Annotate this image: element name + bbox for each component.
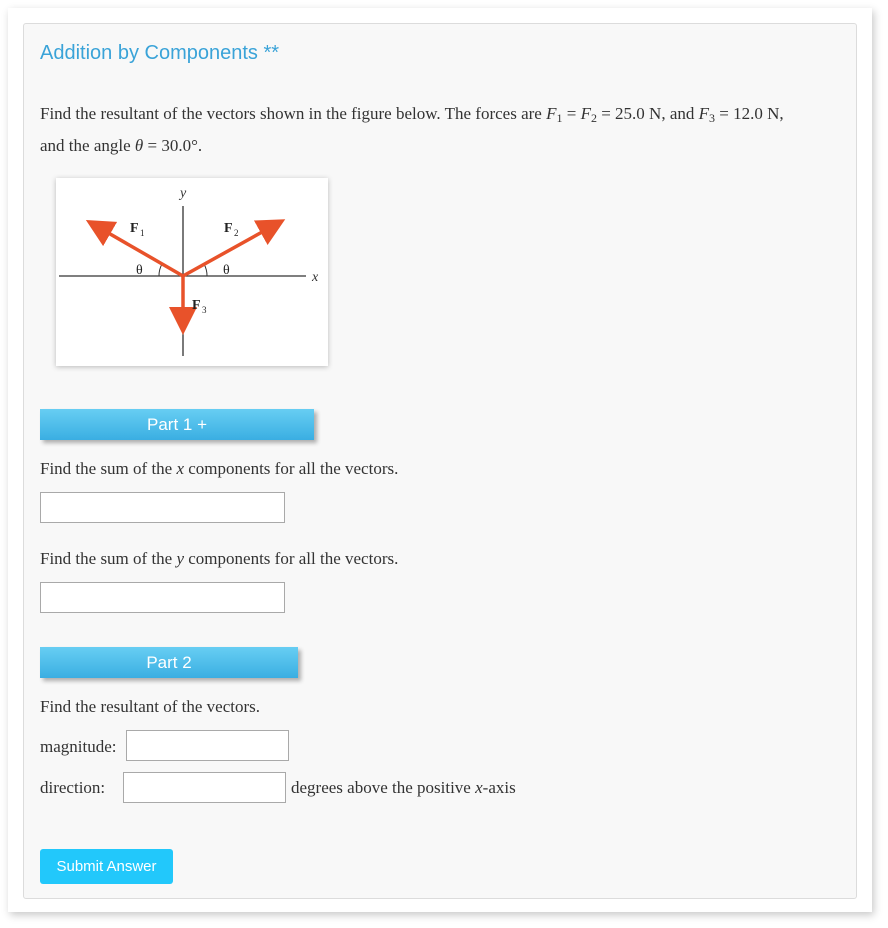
question-card: Addition by Components ** Find the resul…	[23, 23, 857, 899]
equals: =	[562, 104, 581, 123]
question-title: Addition by Components **	[40, 42, 280, 64]
variable-x: x	[176, 459, 185, 478]
variable-x: x	[475, 778, 483, 797]
submit-answer-button[interactable]: Submit Answer	[40, 849, 173, 884]
sum-x-input[interactable]	[40, 492, 285, 523]
f3-label: F	[192, 298, 201, 313]
sum-y-input[interactable]	[40, 582, 285, 613]
question-text: components for all the vectors.	[184, 549, 399, 568]
part-2-question: Find the resultant of the vectors.	[40, 697, 261, 716]
f2-label: F	[224, 221, 233, 236]
y-axis-label: y	[178, 186, 187, 201]
f1-label-sub: 1	[140, 228, 145, 238]
f1-symbol: F	[546, 104, 557, 123]
problem-text-2: and the angle	[40, 136, 135, 155]
problem-text: Find the resultant of the vectors shown …	[40, 104, 547, 123]
page-frame: Addition by Components ** Find the resul…	[8, 8, 872, 912]
f2-label-sub: 2	[234, 228, 239, 238]
direction-label: direction:	[40, 778, 106, 797]
f3-symbol: F	[698, 104, 710, 123]
part-1-button[interactable]: Part 1 +	[40, 409, 314, 440]
theta-value: = 30.0°.	[143, 136, 203, 155]
theta-right-label: θ	[223, 263, 230, 278]
vector-figure: y x F 1 F 2 F 3 θ θ	[56, 178, 328, 366]
f2-symbol: F	[580, 104, 591, 123]
part-2-button[interactable]: Part 2	[40, 647, 298, 678]
f2-value: = 25.0 N, and	[596, 104, 699, 123]
theta-left-label: θ	[136, 263, 143, 278]
variable-y: y	[176, 549, 185, 568]
vector-diagram: y x F 1 F 2 F 3 θ θ	[59, 186, 319, 356]
theta-symbol: θ	[134, 136, 144, 155]
magnitude-label: magnitude:	[40, 737, 117, 756]
part-1-question-x: Find the sum of the x components for all…	[40, 459, 398, 479]
problem-statement: Find the resultant of the vectors shown …	[40, 100, 850, 159]
question-text: Find the sum of the	[40, 549, 177, 568]
direction-input[interactable]	[123, 772, 286, 803]
theta-arc-left	[158, 263, 163, 277]
f3-value: = 12.0 N,	[715, 104, 784, 123]
x-axis-label: x	[311, 270, 319, 285]
question-text: components for all the vectors.	[184, 459, 399, 478]
f1-label: F	[130, 221, 139, 236]
part-1-question-y: Find the sum of the y components for all…	[40, 549, 398, 569]
direction-unit-text: -axis	[482, 778, 516, 797]
question-text: Find the sum of the	[40, 459, 177, 478]
direction-unit-text: degrees above the positive	[291, 778, 476, 797]
direction-unit-label: degrees above the positive x-axis	[291, 778, 516, 798]
f3-label-sub: 3	[202, 305, 207, 315]
magnitude-input[interactable]	[126, 730, 289, 761]
